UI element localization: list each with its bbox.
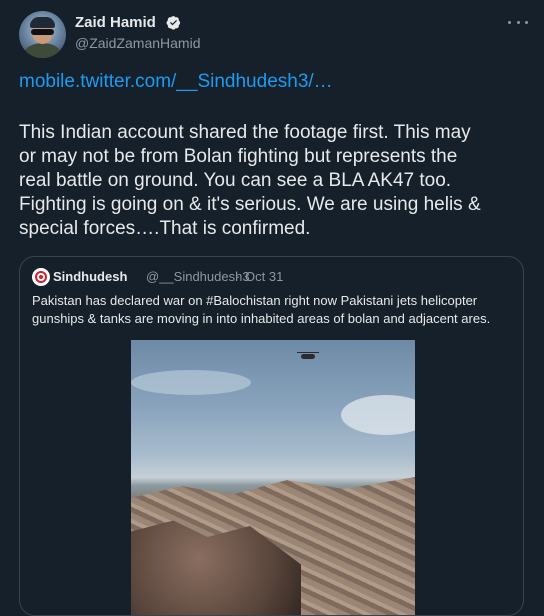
tweet-link[interactable]: mobile.twitter.com/__Sindhudesh3/… [19, 71, 333, 93]
helicopter-silhouette [297, 352, 319, 359]
quoted-separator: · [236, 269, 241, 284]
quoted-media-video[interactable] [131, 340, 415, 615]
verified-badge-icon [166, 16, 181, 30]
tweet: Zaid Hamid @ZaidZamanHamid mobile.twitte… [0, 0, 544, 616]
quoted-tweet[interactable]: Sindhudesh @__Sindhudesh3 · Oct 31 Pakis… [19, 256, 524, 616]
author-avatar[interactable] [19, 11, 66, 58]
quoted-text: Pakistan has declared war on #Balochista… [32, 293, 491, 326]
quoted-author-name[interactable]: Sindhudesh [53, 269, 127, 284]
quoted-date[interactable]: Oct 31 [245, 269, 283, 284]
more-options-icon[interactable] [508, 14, 528, 30]
quoted-author-avatar[interactable] [32, 268, 50, 286]
tweet-text: This Indian account shared the footage f… [19, 122, 481, 239]
quoted-author-handle[interactable]: @__Sindhudesh3 [146, 269, 250, 284]
author-name[interactable]: Zaid Hamid [75, 14, 156, 31]
author-handle[interactable]: @ZaidZamanHamid [75, 35, 200, 51]
